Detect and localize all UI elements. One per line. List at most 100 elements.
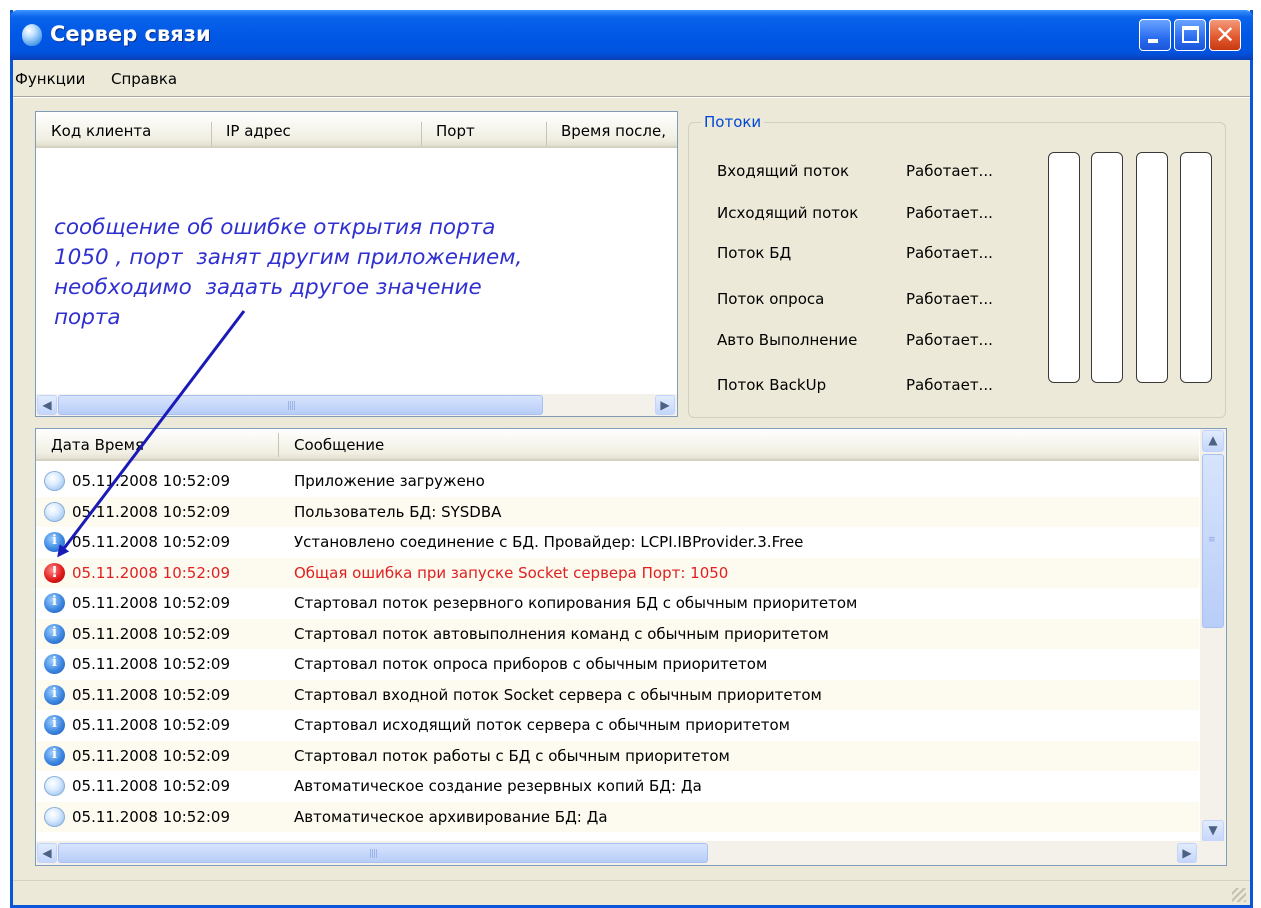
message-icon (44, 806, 65, 827)
log-datetime: 05.11.2008 10:52:09 (72, 777, 231, 795)
app-icon (22, 24, 42, 46)
column-header-ip[interactable]: IP адрес (226, 122, 291, 140)
log-row[interactable]: 05.11.2008 10:52:09 Установлено соединени… (36, 527, 1199, 558)
info-icon (44, 532, 65, 552)
column-divider[interactable] (278, 433, 279, 457)
log-list-header: Дата Время Сообщение (36, 429, 1199, 461)
log-row[interactable]: 05.11.2008 10:52:09 Стартовал поток резер… (36, 588, 1199, 619)
log-datetime: 05.11.2008 10:52:09 (72, 472, 231, 490)
thread-status-incoming: Работает... (906, 162, 993, 180)
log-row[interactable]: 05.11.2008 10:52:09 Стартовал поток работ… (36, 740, 1199, 771)
info-icon (44, 593, 65, 613)
log-row[interactable]: 05.11.2008 10:52:09 Стартовал исходящий п… (36, 710, 1199, 741)
log-datetime: 05.11.2008 10:52:09 (72, 685, 231, 704)
log-message: Стартовал поток опроса приборов с обычны… (294, 655, 768, 673)
column-divider[interactable] (211, 122, 212, 146)
thread-status-polling: Работает... (906, 290, 993, 308)
menu-help[interactable]: Справка (111, 70, 177, 88)
column-header-message[interactable]: Сообщение (294, 436, 384, 454)
log-message: Приложение загружено (294, 472, 485, 490)
log-row[interactable]: 05.11.2008 10:52:09 Автоматическое создан… (36, 771, 1199, 802)
log-row[interactable]: 05.11.2008 10:52:09 Стартовал поток опрос… (36, 649, 1199, 680)
resize-grip[interactable] (1232, 888, 1246, 902)
log-datetime: 05.11.2008 10:52:09 (72, 563, 231, 582)
log-vertical-scrollbar[interactable]: ▲ ≡ ▼ (1200, 429, 1226, 843)
scroll-left-button[interactable]: ◀ (37, 843, 57, 863)
scroll-thumb[interactable]: |||| (58, 843, 708, 863)
close-icon: ✕ (1214, 21, 1236, 49)
threads-group: Потоки Входящий поток Работает... Исходя… (688, 113, 1226, 418)
close-button[interactable]: ✕ (1209, 19, 1241, 51)
log-horizontal-scrollbar[interactable]: ◀ |||| ▶ (36, 841, 1226, 865)
log-row-error[interactable]: 05.11.2008 10:52:09 Общая ошибка при запу… (36, 557, 1199, 588)
info-icon (44, 684, 65, 705)
client-list-header: Код клиента IP адрес Порт Время после, (36, 112, 677, 148)
info-icon (44, 745, 65, 766)
log-row[interactable]: 05.11.2008 10:52:09 Автоматическое архиви… (36, 801, 1199, 832)
scroll-left-button[interactable]: ◀ (37, 395, 57, 415)
log-datetime: 05.11.2008 10:52:09 (72, 624, 231, 643)
scroll-right-button[interactable]: ▶ (655, 395, 675, 415)
column-header-client-code[interactable]: Код клиента (51, 122, 151, 140)
maximize-button[interactable] (1174, 19, 1206, 51)
scroll-thumb[interactable]: ≡ (1202, 454, 1224, 628)
window-title: Сервер связи (50, 22, 211, 46)
log-message: Стартовал поток автовыполнения команд с … (294, 624, 829, 643)
scroll-thumb[interactable]: |||| (58, 395, 543, 415)
menu-functions[interactable]: Функции (15, 70, 85, 88)
minimize-button[interactable] (1139, 19, 1171, 51)
scroll-up-button[interactable]: ▲ (1202, 430, 1224, 452)
scroll-grip-icon: ≡ (1208, 535, 1215, 545)
thread-status-db: Работает... (906, 244, 993, 262)
threads-group-legend: Потоки (701, 113, 765, 131)
column-header-last-time[interactable]: Время после, (561, 122, 666, 140)
scroll-grip-icon: |||| (369, 849, 378, 859)
thread-meter (1180, 152, 1212, 383)
log-row[interactable]: 05.11.2008 10:52:09 Стартовал поток автов… (36, 618, 1199, 649)
column-divider[interactable] (546, 122, 547, 146)
scroll-grip-icon: |||| (287, 401, 296, 411)
log-message: Установлено соединение с БД. Провайдер: … (294, 533, 804, 551)
thread-name-outgoing: Исходящий поток (717, 204, 859, 222)
annotation-note: сообщение об ошибке открытия порта 1050 … (54, 215, 523, 330)
log-datetime: 05.11.2008 10:52:09 (72, 533, 231, 551)
scroll-down-button[interactable]: ▼ (1202, 820, 1224, 842)
log-message: Стартовал поток работы с БД с обычным пр… (294, 746, 730, 765)
thread-name-incoming: Входящий поток (717, 162, 850, 180)
thread-meter (1136, 152, 1168, 383)
maximize-icon (1182, 26, 1199, 43)
log-rows: 05.11.2008 10:52:09 Приложение загружено 0… (36, 466, 1199, 832)
minimize-icon (1148, 39, 1158, 43)
log-row[interactable]: 05.11.2008 10:52:09 Пользователь БД: SYSD… (36, 496, 1199, 527)
log-datetime: 05.11.2008 10:52:09 (72, 594, 231, 612)
error-icon (44, 562, 65, 583)
thread-name-auto-exec: Авто Выполнение (717, 331, 858, 349)
column-header-port[interactable]: Порт (436, 122, 475, 140)
column-divider[interactable] (421, 122, 422, 146)
thread-meter (1091, 152, 1123, 383)
log-datetime: 05.11.2008 10:52:09 (72, 502, 231, 521)
thread-name-db: Поток БД (717, 244, 792, 262)
message-icon (44, 501, 65, 522)
log-message: Стартовал входной поток Socket сервера с… (294, 685, 822, 704)
menu-separator (13, 96, 1250, 98)
client-list[interactable]: Код клиента IP адрес Порт Время после, с… (35, 111, 678, 417)
log-datetime: 05.11.2008 10:52:09 (72, 716, 231, 734)
client-list-horizontal-scrollbar[interactable]: ◀ |||| ▶ (36, 394, 677, 416)
log-row[interactable]: 05.11.2008 10:52:09 Приложение загружено (36, 466, 1199, 497)
title-bar[interactable]: Сервер связи ✕ (10, 10, 1253, 60)
info-icon (44, 715, 65, 735)
log-message: Стартовал поток резервного копирования Б… (294, 594, 858, 612)
log-message: Автоматическое архивирование БД: Да (294, 807, 608, 826)
message-icon (44, 471, 65, 491)
thread-name-polling: Поток опроса (717, 290, 825, 308)
scroll-right-button[interactable]: ▶ (1177, 843, 1197, 863)
log-list[interactable]: Дата Время Сообщение 05.11.2008 10:52:09… (35, 428, 1227, 866)
thread-status-backup: Работает... (906, 376, 993, 394)
thread-status-auto-exec: Работает... (906, 331, 993, 349)
log-datetime: 05.11.2008 10:52:09 (72, 807, 231, 826)
column-header-datetime[interactable]: Дата Время (51, 436, 144, 454)
log-datetime: 05.11.2008 10:52:09 (72, 746, 231, 765)
log-message: Общая ошибка при запуске Socket сервера … (294, 563, 729, 582)
log-row[interactable]: 05.11.2008 10:52:09 Стартовал входной пот… (36, 679, 1199, 710)
